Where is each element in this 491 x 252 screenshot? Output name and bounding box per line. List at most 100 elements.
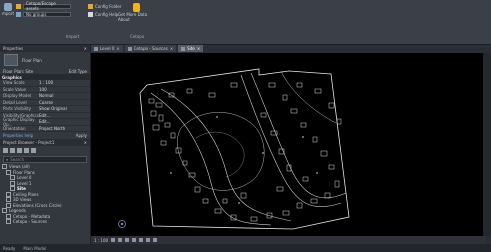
floor-plan-thumbnail bbox=[4, 54, 18, 66]
expand-icon[interactable] bbox=[10, 186, 15, 192]
browser-item-label: Cetopo - Metadata bbox=[13, 213, 51, 219]
properties-rows: View Scale 1 : 100 Scale Value 100 Display M… bbox=[0, 80, 90, 132]
browser-tool-icon[interactable] bbox=[3, 148, 8, 153]
browser-item-label: Views (all) bbox=[9, 164, 30, 170]
close-icon[interactable]: × bbox=[197, 46, 200, 51]
visual-style-icon[interactable] bbox=[118, 238, 123, 242]
tab-label: Cetopo - Sources bbox=[133, 46, 168, 51]
sun-path-icon[interactable] bbox=[125, 238, 130, 242]
drawing-canvas[interactable] bbox=[91, 53, 483, 236]
status-bar: Ready Main Model bbox=[0, 244, 491, 252]
groups-icon bbox=[16, 11, 21, 17]
shadows-icon[interactable] bbox=[132, 238, 137, 242]
search-input[interactable]: Search bbox=[10, 157, 24, 162]
browser-tool-icon[interactable] bbox=[10, 148, 15, 153]
instance-selector[interactable]: Floor Plan: Site bbox=[3, 69, 33, 74]
close-icon[interactable]: ✕ bbox=[84, 46, 87, 51]
status-text: Ready bbox=[3, 245, 16, 251]
assets-dropdown[interactable]: Cetopo/Escape assets bbox=[23, 1, 71, 11]
property-key: Detail Level bbox=[3, 99, 27, 105]
property-value[interactable]: Edit... bbox=[39, 119, 90, 124]
expand-icon[interactable] bbox=[6, 213, 11, 219]
tab-level-0[interactable]: Level 0 × bbox=[91, 45, 123, 52]
import-icon[interactable] bbox=[4, 3, 12, 11]
vertical-scrollbar[interactable] bbox=[483, 53, 491, 236]
tab-cetopo-sources[interactable]: Cetopo - Sources × bbox=[124, 45, 177, 52]
search-icon: ⌕ bbox=[6, 157, 9, 162]
expand-icon[interactable] bbox=[6, 197, 11, 203]
property-value[interactable]: Edit... bbox=[39, 113, 90, 118]
browser-toolbar bbox=[0, 146, 90, 155]
expand-icon[interactable] bbox=[6, 219, 11, 225]
site-plan-drawing bbox=[118, 68, 350, 230]
properties-header: Properties ✕ bbox=[0, 45, 90, 52]
expand-icon[interactable] bbox=[10, 175, 15, 181]
edit-type-button[interactable]: Edit Type bbox=[69, 69, 87, 74]
floor-plan-icon bbox=[94, 46, 98, 51]
expand-icon[interactable] bbox=[2, 208, 7, 214]
group-label-cetopo: Cetopo bbox=[130, 34, 145, 39]
browser-tree: Views (all) Floor Plans Level 0 Level 1 Site… bbox=[0, 164, 90, 225]
browser-item[interactable]: Cetopo - Sources bbox=[2, 219, 90, 225]
view-scale[interactable]: 1 : 100 bbox=[94, 238, 108, 243]
road-line bbox=[160, 88, 292, 222]
schedule-icon bbox=[127, 46, 132, 51]
survey-points bbox=[170, 116, 318, 204]
config-help-button[interactable]: Config Help bbox=[95, 12, 118, 17]
road-line bbox=[240, 74, 342, 207]
config-group: Config Folder Config Help bbox=[88, 3, 121, 17]
property-key: View Scale bbox=[3, 80, 25, 86]
properties-footer: Properties help Apply bbox=[0, 132, 90, 138]
type-selector[interactable]: Floor Plan bbox=[0, 52, 90, 68]
detail-level-icon[interactable] bbox=[111, 238, 116, 242]
apply-button[interactable]: Apply bbox=[76, 133, 87, 138]
property-key: Orientation bbox=[3, 125, 26, 131]
floor-plan-icon bbox=[181, 46, 186, 51]
view-control-bar: 1 : 100 bbox=[91, 236, 486, 244]
property-value[interactable]: 1 : 100 bbox=[39, 80, 90, 85]
property-value[interactable]: Coarse bbox=[39, 100, 90, 105]
browser-tool-icon[interactable] bbox=[17, 148, 22, 153]
help-icon bbox=[88, 11, 93, 17]
groups-dropdown[interactable]: No groups bbox=[23, 11, 71, 17]
expand-icon[interactable] bbox=[6, 169, 11, 175]
assets-dropdown-value: Cetopo/Escape assets bbox=[26, 1, 56, 11]
browser-item-label: Floor Plans bbox=[13, 169, 35, 175]
expand-icon[interactable] bbox=[10, 180, 15, 186]
navigation-wheel[interactable] bbox=[118, 220, 126, 228]
property-value[interactable]: Normal bbox=[39, 93, 90, 98]
browser-item-label: Level 0 bbox=[17, 175, 32, 181]
get-more-data-button[interactable]: Get More Data About bbox=[118, 3, 154, 22]
contour-line bbox=[195, 131, 245, 178]
type-name: Floor Plan bbox=[22, 57, 42, 63]
browser-tool-icon[interactable] bbox=[24, 148, 29, 153]
import-short-label: mport bbox=[1, 11, 15, 16]
crop-view-icon[interactable] bbox=[139, 238, 144, 242]
asset-icon bbox=[16, 3, 21, 9]
expand-icon[interactable] bbox=[6, 191, 11, 197]
browser-item-label: Site bbox=[17, 186, 26, 192]
close-icon[interactable]: × bbox=[116, 46, 119, 51]
property-value[interactable]: Show Original bbox=[39, 106, 90, 111]
browser-item-label: Legends bbox=[9, 208, 26, 214]
close-icon[interactable]: ✕ bbox=[84, 140, 87, 145]
question-icon bbox=[132, 3, 140, 12]
tab-site[interactable]: Site × bbox=[178, 45, 204, 52]
property-key: Display Model bbox=[3, 93, 32, 99]
hide-isolate-icon[interactable] bbox=[146, 238, 151, 242]
reveal-hidden-icon[interactable] bbox=[153, 238, 158, 242]
browser-item-label: 3D Views bbox=[13, 197, 32, 203]
active-model[interactable]: Main Model bbox=[23, 246, 46, 251]
browser-tool-icon[interactable] bbox=[31, 148, 36, 153]
ribbon: mport Cetopo/Escape assets No groups Con… bbox=[0, 0, 491, 45]
expand-icon[interactable] bbox=[6, 202, 11, 208]
expand-icon[interactable] bbox=[2, 164, 7, 170]
browser-search[interactable]: ⌕ Search bbox=[3, 156, 87, 163]
close-icon[interactable]: × bbox=[170, 46, 173, 51]
property-value[interactable]: 100 bbox=[39, 87, 90, 92]
left-palette: Properties ✕ Floor Plan Floor Plan: Site… bbox=[0, 45, 91, 252]
properties-help-link[interactable]: Properties help bbox=[3, 133, 33, 138]
browser-item-label: Cetopo - Sources bbox=[13, 219, 48, 225]
browser-item-label: Ceiling Plans bbox=[13, 191, 39, 197]
property-value[interactable]: Project North bbox=[39, 126, 90, 131]
